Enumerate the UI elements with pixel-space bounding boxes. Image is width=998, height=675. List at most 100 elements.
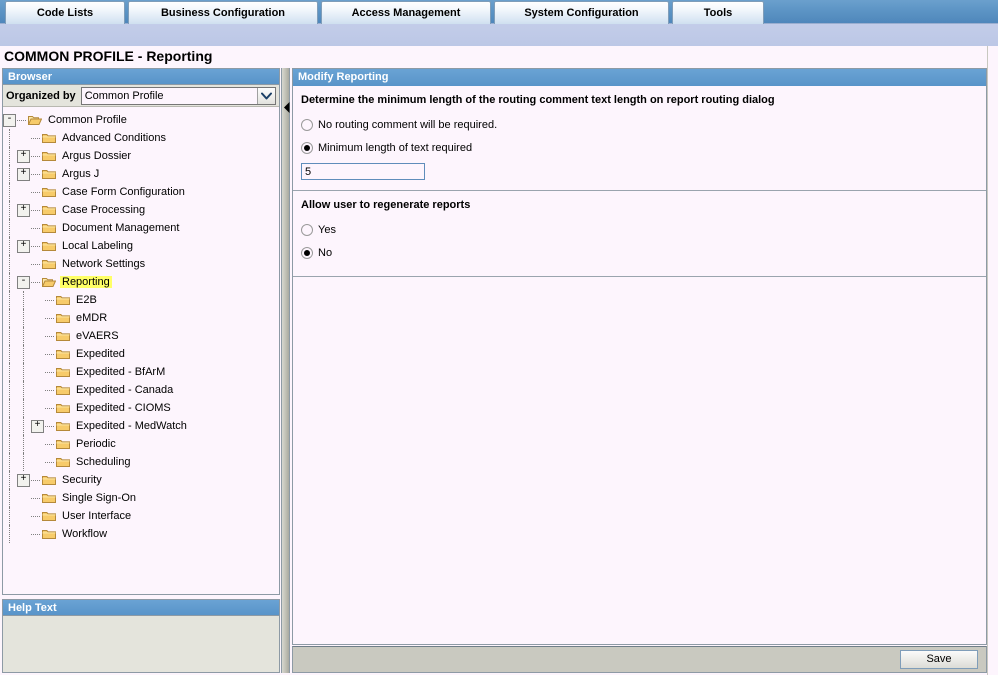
tree-expand-icon[interactable]: + [17, 167, 30, 181]
tree-node[interactable]: eMDR [3, 309, 279, 327]
tree-collapse-icon[interactable]: - [3, 113, 16, 127]
tree-node[interactable]: Workflow [3, 525, 279, 543]
folder-icon [56, 368, 70, 377]
radio-regenerate-no-label: No [318, 246, 333, 259]
tab-code-lists-label: Code Lists [36, 7, 94, 19]
tree-expand-icon[interactable]: + [17, 239, 30, 253]
tree-node-label: Expedited - Canada [76, 384, 174, 396]
tree-guide-line [3, 363, 17, 381]
tree-node[interactable]: Expedited [3, 345, 279, 363]
folder-open-icon [42, 278, 56, 287]
tab-code-lists[interactable]: Code Lists [5, 1, 125, 24]
folder-icon [56, 332, 70, 341]
folder-icon [42, 206, 56, 215]
tree-node[interactable]: User Interface [3, 507, 279, 525]
save-button[interactable]: Save [900, 650, 978, 669]
tree-node[interactable]: Expedited - CIOMS [3, 399, 279, 417]
tree-guide-line [3, 201, 17, 219]
tree-node[interactable]: Document Management [3, 219, 279, 237]
tree-expand-icon[interactable]: + [17, 203, 30, 217]
radio-option-regenerate-no[interactable]: No [301, 243, 986, 262]
tab-tools[interactable]: Tools [672, 1, 764, 24]
tree-collapse-icon[interactable]: - [17, 275, 30, 289]
tree-node-label: Reporting [60, 276, 112, 288]
radio-no-routing-comment-indicator[interactable] [301, 118, 313, 131]
tree-connector [45, 456, 56, 469]
tree-node[interactable]: + Expedited - MedWatch [3, 417, 279, 435]
tree-node[interactable]: - Common Profile [3, 111, 279, 129]
tree-node-label: Periodic [76, 438, 116, 450]
tree-guide-line [17, 399, 31, 417]
tree-connector [45, 384, 56, 397]
section-allow-regenerate-reports: Allow user to regenerate reports Yes No [293, 191, 986, 277]
panel-splitter[interactable] [281, 68, 290, 673]
tree-guide-line [3, 327, 17, 345]
tree-node[interactable]: + Argus J [3, 165, 279, 183]
radio-option-minimum-length[interactable]: Minimum length of text required [301, 138, 986, 157]
help-text-header: Help Text [3, 600, 279, 616]
folder-icon [42, 494, 56, 503]
radio-regenerate-yes-label: Yes [318, 223, 336, 236]
tab-system-configuration[interactable]: System Configuration [494, 1, 669, 24]
tab-access-management[interactable]: Access Management [321, 1, 491, 24]
tree-node[interactable]: eVAERS [3, 327, 279, 345]
folder-open-icon [28, 116, 42, 125]
folder-icon [42, 170, 56, 179]
tree-guide-line [3, 471, 17, 489]
tree-node[interactable]: - Reporting [3, 273, 279, 291]
tree-connector [45, 330, 56, 343]
folder-icon [56, 440, 70, 449]
tree-guide-line [17, 345, 31, 363]
tree-node[interactable]: + Security [3, 471, 279, 489]
radio-minimum-length-indicator[interactable] [301, 141, 313, 154]
tree-node-label: Network Settings [62, 258, 146, 270]
tree-node[interactable]: Advanced Conditions [3, 129, 279, 147]
tree-node[interactable]: Network Settings [3, 255, 279, 273]
modify-reporting-header: Modify Reporting [293, 69, 986, 86]
collapse-left-panel-button[interactable] [282, 100, 291, 114]
chevron-down-icon[interactable] [257, 87, 275, 104]
tree-node-label: Argus J [62, 168, 100, 180]
tree-expand-icon[interactable]: + [17, 149, 30, 163]
radio-regenerate-no-indicator[interactable] [301, 246, 313, 259]
tree-node[interactable]: E2B [3, 291, 279, 309]
tree-node-label: eVAERS [76, 330, 119, 342]
folder-icon [56, 350, 70, 359]
tree-expand-icon[interactable]: + [31, 419, 44, 433]
tree-node[interactable]: Single Sign-On [3, 489, 279, 507]
minimum-length-input[interactable] [301, 163, 425, 180]
section-routing-comment-length: Determine the minimum length of the rout… [293, 86, 986, 191]
tree-connector [31, 222, 42, 235]
folder-icon [42, 260, 56, 269]
radio-option-no-routing-comment[interactable]: No routing comment will be required. [301, 115, 986, 134]
tab-business-configuration-label: Business Configuration [160, 7, 286, 19]
tree-node-label: Expedited [76, 348, 125, 360]
tab-business-configuration[interactable]: Business Configuration [128, 1, 318, 24]
tree-node[interactable]: Expedited - Canada [3, 381, 279, 399]
tree-node-label: Advanced Conditions [62, 132, 166, 144]
tree-connector [45, 402, 56, 415]
tree-node-label: Single Sign-On [62, 492, 136, 504]
tree-node[interactable]: + Local Labeling [3, 237, 279, 255]
tree-expand-icon[interactable]: + [17, 473, 30, 487]
tree-guide-line [3, 165, 17, 183]
tree-guide-line [3, 345, 17, 363]
tab-system-configuration-label: System Configuration [524, 7, 639, 19]
organized-by-select[interactable]: Common Profile [80, 86, 276, 105]
tree-guide-line [3, 147, 17, 165]
radio-regenerate-yes-indicator[interactable] [301, 223, 313, 236]
browser-panel: Browser Organized by Common Profile - Com… [2, 68, 280, 595]
folder-icon [56, 386, 70, 395]
tree-node[interactable]: Scheduling [3, 453, 279, 471]
radio-option-regenerate-yes[interactable]: Yes [301, 220, 986, 239]
tree-guide-line [3, 129, 17, 147]
tree-node[interactable]: + Case Processing [3, 201, 279, 219]
tree-node[interactable]: Periodic [3, 435, 279, 453]
tree-node-label: Expedited - MedWatch [76, 420, 187, 432]
configuration-tree[interactable]: - Common Profile Advanced Conditions + Argus… [3, 108, 279, 594]
tree-node[interactable]: + Argus Dossier [3, 147, 279, 165]
tree-node[interactable]: Case Form Configuration [3, 183, 279, 201]
tree-connector [45, 294, 56, 307]
tree-node[interactable]: Expedited - BfArM [3, 363, 279, 381]
folder-icon [42, 512, 56, 521]
